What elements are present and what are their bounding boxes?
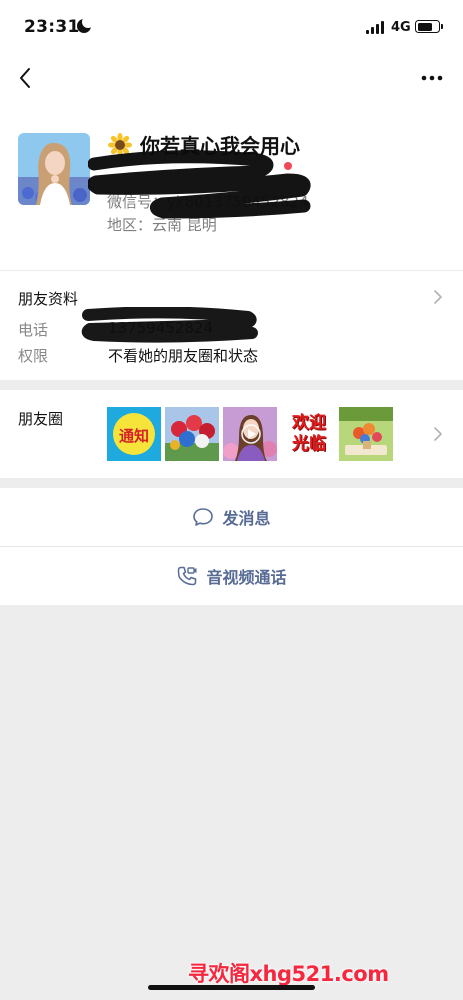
- moments-row[interactable]: 朋友圈 通知 欢迎 光临: [0, 390, 463, 478]
- wechat-id: 微信号：yk8013759452824: [107, 193, 309, 211]
- home-indicator[interactable]: [148, 985, 315, 990]
- moment-thumbnail-text: 通知: [119, 427, 149, 445]
- watermark-text: 寻欢阁xhg521.com: [188, 962, 389, 986]
- moments-label: 朋友圈: [18, 410, 64, 428]
- contact-name: 你若真心我会用心: [140, 134, 300, 158]
- phone-video-icon: [178, 566, 197, 586]
- moment-thumbnail[interactable]: 欢迎 光临: [281, 407, 335, 461]
- chevron-left-icon: [20, 68, 30, 88]
- more-dots-icon: [421, 75, 443, 81]
- chevron-right-icon: [434, 290, 442, 304]
- nav-bar: [0, 56, 463, 102]
- moon-icon: [77, 16, 94, 33]
- network-type: 4G: [391, 20, 411, 35]
- chat-bubble-icon: [193, 508, 214, 526]
- back-button[interactable]: [14, 64, 42, 92]
- moment-thumbnail[interactable]: [223, 407, 277, 461]
- permission-value[interactable]: 不看她的朋友圈和状态: [108, 345, 258, 366]
- send-message-button[interactable]: 发消息: [0, 488, 463, 546]
- video-call-label: 音视频通话: [206, 568, 287, 587]
- phone-value[interactable]: 13759452824: [108, 319, 213, 337]
- battery-icon: [415, 20, 443, 33]
- moment-thumbnail-text: 欢迎 光临: [292, 413, 326, 454]
- friend-info-card: 朋友资料 电话 13759452824 权限 不看她的朋友圈和状态: [0, 270, 463, 380]
- region: 地区：云南 昆明: [107, 216, 217, 234]
- phone-label: 电话: [18, 321, 49, 339]
- moment-thumbnail[interactable]: 通知: [107, 407, 161, 461]
- video-call-button[interactable]: 音视频通话: [0, 547, 463, 605]
- more-button[interactable]: [418, 66, 446, 90]
- send-message-label: 发消息: [222, 509, 271, 528]
- status-time: 23:31: [24, 17, 80, 37]
- sunflower-icon: [108, 132, 132, 157]
- avatar[interactable]: [18, 133, 90, 205]
- status-bar: 23:31 4G: [0, 0, 463, 56]
- name-row: 你若真心我会用心: [108, 130, 300, 159]
- moment-thumbnail[interactable]: [339, 407, 393, 461]
- chevron-right-icon: [434, 427, 442, 441]
- friend-profile-label: 朋友资料: [18, 290, 79, 308]
- friend-profile-row[interactable]: 朋友资料: [0, 271, 463, 321]
- moment-thumbnail[interactable]: [165, 407, 219, 461]
- permission-label: 权限: [18, 347, 49, 365]
- profile-card: 你若真心我会用心 微信号：yk8013759452824 地区：云南 昆明: [0, 102, 463, 270]
- signal-icon: [366, 21, 386, 34]
